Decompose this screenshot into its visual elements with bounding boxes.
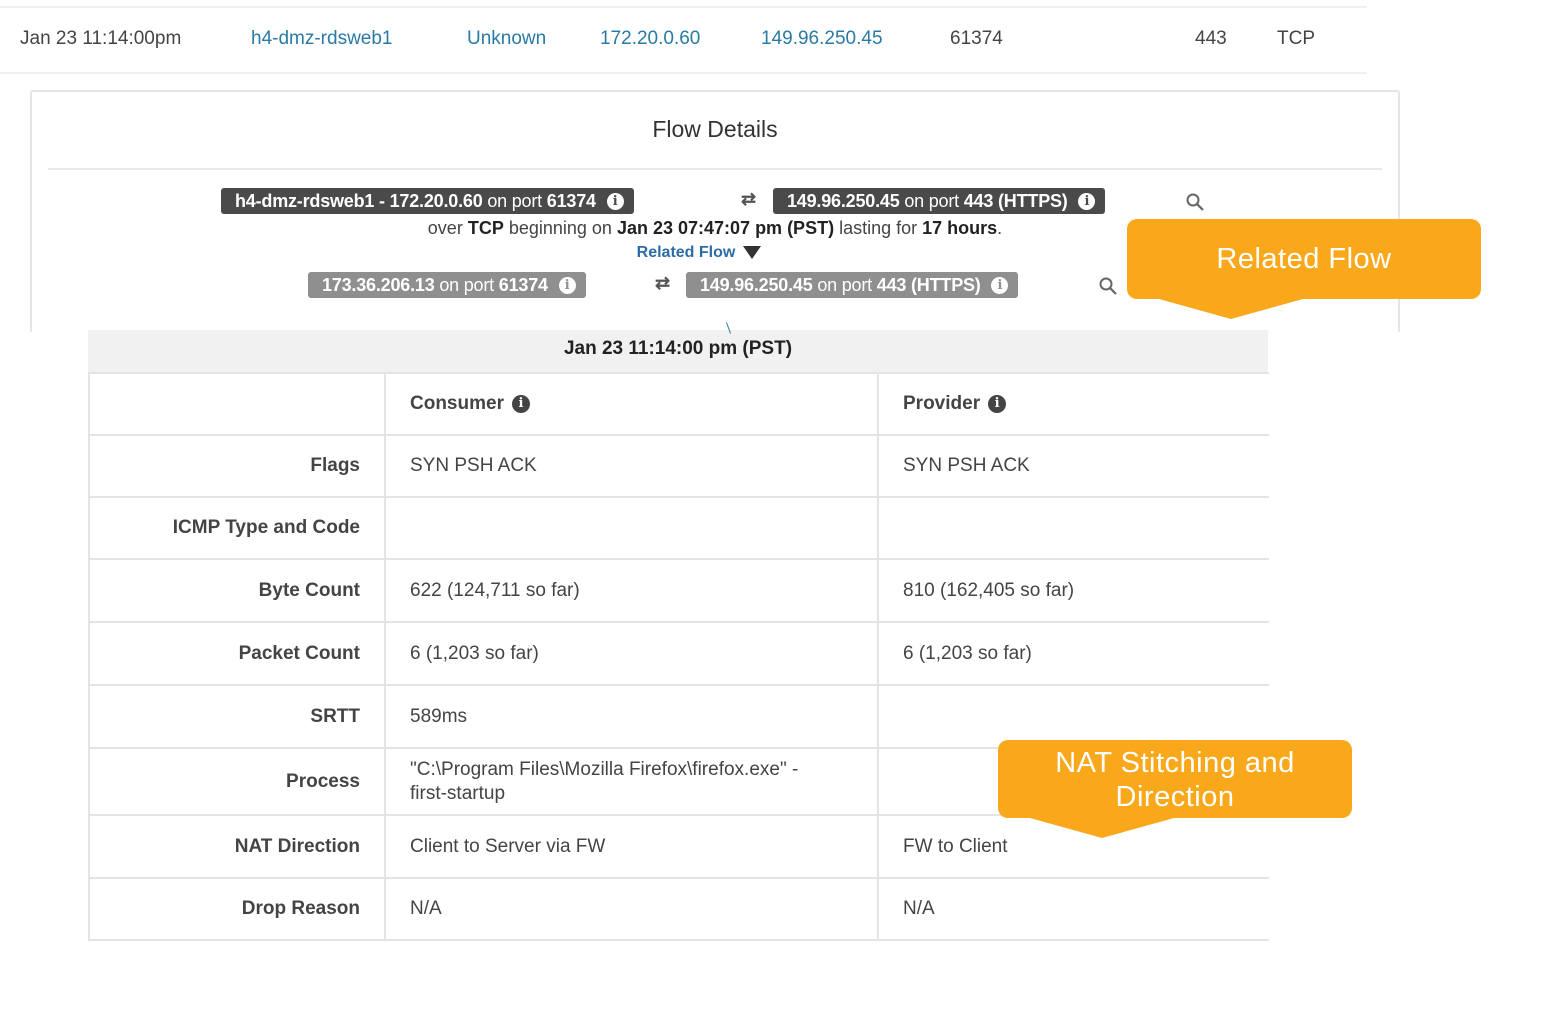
summary-beginning: beginning on [508, 218, 612, 238]
nat-stitching-callout: NAT Stitching and Direction [998, 740, 1352, 838]
panel-divider [48, 168, 1382, 170]
info-icon[interactable]: i [558, 276, 576, 294]
related-flow-callout: Related Flow [1127, 219, 1481, 319]
main-flow-source-pill[interactable]: h4-dmz-rdsweb1 - 172.20.0.60 on port 613… [221, 188, 634, 214]
info-icon[interactable]: i [511, 394, 530, 413]
table-header-row: Consumer i Provider i [88, 372, 1269, 435]
process-line-1: "C:\Program Files\Mozilla Firefox\firefo… [410, 758, 799, 780]
flow-time: Jan 23 11:14:00pm [20, 28, 182, 49]
provider-value: 810 (162,405 so far) [877, 558, 1269, 622]
caret-down-icon [743, 246, 762, 260]
info-icon[interactable]: i [606, 192, 624, 210]
table-row: ICMP Type and Code [88, 496, 1269, 559]
info-icon[interactable]: i [988, 394, 1007, 413]
row-label: SRTT [88, 684, 385, 748]
summary-protocol: TCP [467, 218, 504, 238]
table-timestamp-header: Jan 23 11:14:00 pm (PST) [88, 322, 1268, 372]
related-dst-on-port: on port [817, 275, 872, 295]
summary-duration: 17 hours [922, 218, 998, 238]
process-line-2: first-startup [410, 782, 506, 804]
summary-start-time: Jan 23 07:47:07 pm (PST) [616, 218, 835, 238]
related-dst-ip: 149.96.250.45 [700, 275, 813, 295]
main-src-port: 61374 [546, 191, 596, 211]
provider-label: Provider [903, 393, 981, 414]
header-empty-cell [88, 372, 385, 435]
consumer-value: N/A [384, 877, 878, 941]
info-icon[interactable]: i [991, 276, 1009, 294]
consumer-value: 589ms [384, 684, 878, 748]
provider-value: SYN PSH ACK [877, 434, 1269, 497]
details-grid: Consumer i Provider i Flags SYN PSH ACK SY… [88, 372, 1269, 941]
hostname-link[interactable]: h4-dmz-rdsweb1 [251, 28, 393, 50]
consumer-value: SYN PSH ACK [384, 434, 878, 497]
provider-value [877, 496, 1269, 559]
header-consumer: Consumer i [384, 372, 878, 435]
main-dst-on-port: on port [904, 191, 959, 211]
row-label: NAT Direction [88, 814, 385, 878]
main-dst-port: 443 (HTTPS) [963, 191, 1068, 211]
summary-period: . [997, 218, 1003, 238]
table-row: Flags SYN PSH ACK SYN PSH ACK [88, 434, 1269, 497]
src-port: 61374 [950, 28, 1003, 49]
summary-lasting: lasting for [839, 218, 918, 238]
table-timestamp: Jan 23 11:14:00 pm (PST) [563, 338, 793, 359]
info-icon[interactable]: i [1078, 192, 1096, 210]
bidirectional-arrows-icon: ⇄ [741, 189, 757, 209]
protocol: TCP [1277, 28, 1315, 49]
src-ip-link[interactable]: 172.20.0.60 [600, 28, 700, 50]
summary-over: over [427, 218, 463, 238]
main-src-on-port: on port [487, 191, 542, 211]
related-flow-destination-pill[interactable]: 149.96.250.45 on port 443 (HTTPS) i [686, 272, 1019, 298]
table-row: Byte Count 622 (124,711 so far) 810 (162… [88, 558, 1269, 622]
callout-text-line-2: Direction [1115, 781, 1235, 813]
callout-text: Related Flow [1216, 243, 1392, 275]
row-label: Byte Count [88, 558, 385, 622]
main-flow-destination-pill[interactable]: 149.96.250.45 on port 443 (HTTPS) i [773, 188, 1106, 214]
related-src-ip: 173.36.206.13 [322, 275, 435, 295]
consumer-value: Client to Server via FW [384, 814, 878, 878]
row-label: Flags [88, 434, 385, 497]
related-src-on-port: on port [439, 275, 494, 295]
callout-text-line-1: NAT Stitching and [1055, 747, 1295, 779]
dst-ip-link[interactable]: 149.96.250.45 [761, 28, 883, 50]
main-src-host-ip: h4-dmz-rdsweb1 - 172.20.0.60 [235, 191, 483, 211]
row-label: Drop Reason [88, 877, 385, 941]
table-row: Drop Reason N/A N/A [88, 877, 1269, 941]
consumer-value [384, 496, 878, 559]
provider-value: N/A [877, 877, 1269, 941]
related-dst-port: 443 (HTTPS) [876, 275, 981, 295]
panel-title: Flow Details [652, 116, 778, 142]
header-provider: Provider i [877, 372, 1269, 435]
related-src-port: 61374 [498, 275, 548, 295]
consumer-value: 622 (124,711 so far) [384, 558, 878, 622]
table-row: Packet Count 6 (1,203 so far) 6 (1,203 s… [88, 621, 1269, 685]
flow-details-table: Jan 23 11:14:00 pm (PST) Consumer i Provi… [88, 322, 1269, 941]
consumer-value: "C:\Program Files\Mozilla Firefox\firefo… [384, 747, 878, 815]
search-icon[interactable] [1185, 192, 1205, 212]
provider-value [877, 684, 1269, 748]
consumer-value: 6 (1,203 so far) [384, 621, 878, 685]
callout-pointer [1159, 299, 1303, 319]
consumer-label: Consumer [410, 393, 504, 414]
row-label: ICMP Type and Code [88, 496, 385, 559]
bidirectional-arrows-icon: ⇄ [655, 273, 671, 293]
search-icon[interactable] [1098, 276, 1118, 296]
related-flow-label[interactable]: Related Flow [637, 244, 736, 261]
provider-value: 6 (1,203 so far) [877, 621, 1269, 685]
row-label: Packet Count [88, 621, 385, 685]
related-flow-source-pill[interactable]: 173.36.206.13 on port 61374 i [308, 272, 586, 298]
scope-link[interactable]: Unknown [467, 28, 546, 50]
dst-port: 443 [1195, 28, 1227, 49]
main-dst-ip: 149.96.250.45 [787, 191, 900, 211]
row-label: Process [88, 747, 385, 815]
flow-list-row[interactable]: Jan 23 11:14:00pm h4-dmz-rdsweb1 Unknown… [0, 6, 1367, 74]
table-row: SRTT 589ms [88, 684, 1269, 748]
callout-pointer [1030, 818, 1174, 838]
